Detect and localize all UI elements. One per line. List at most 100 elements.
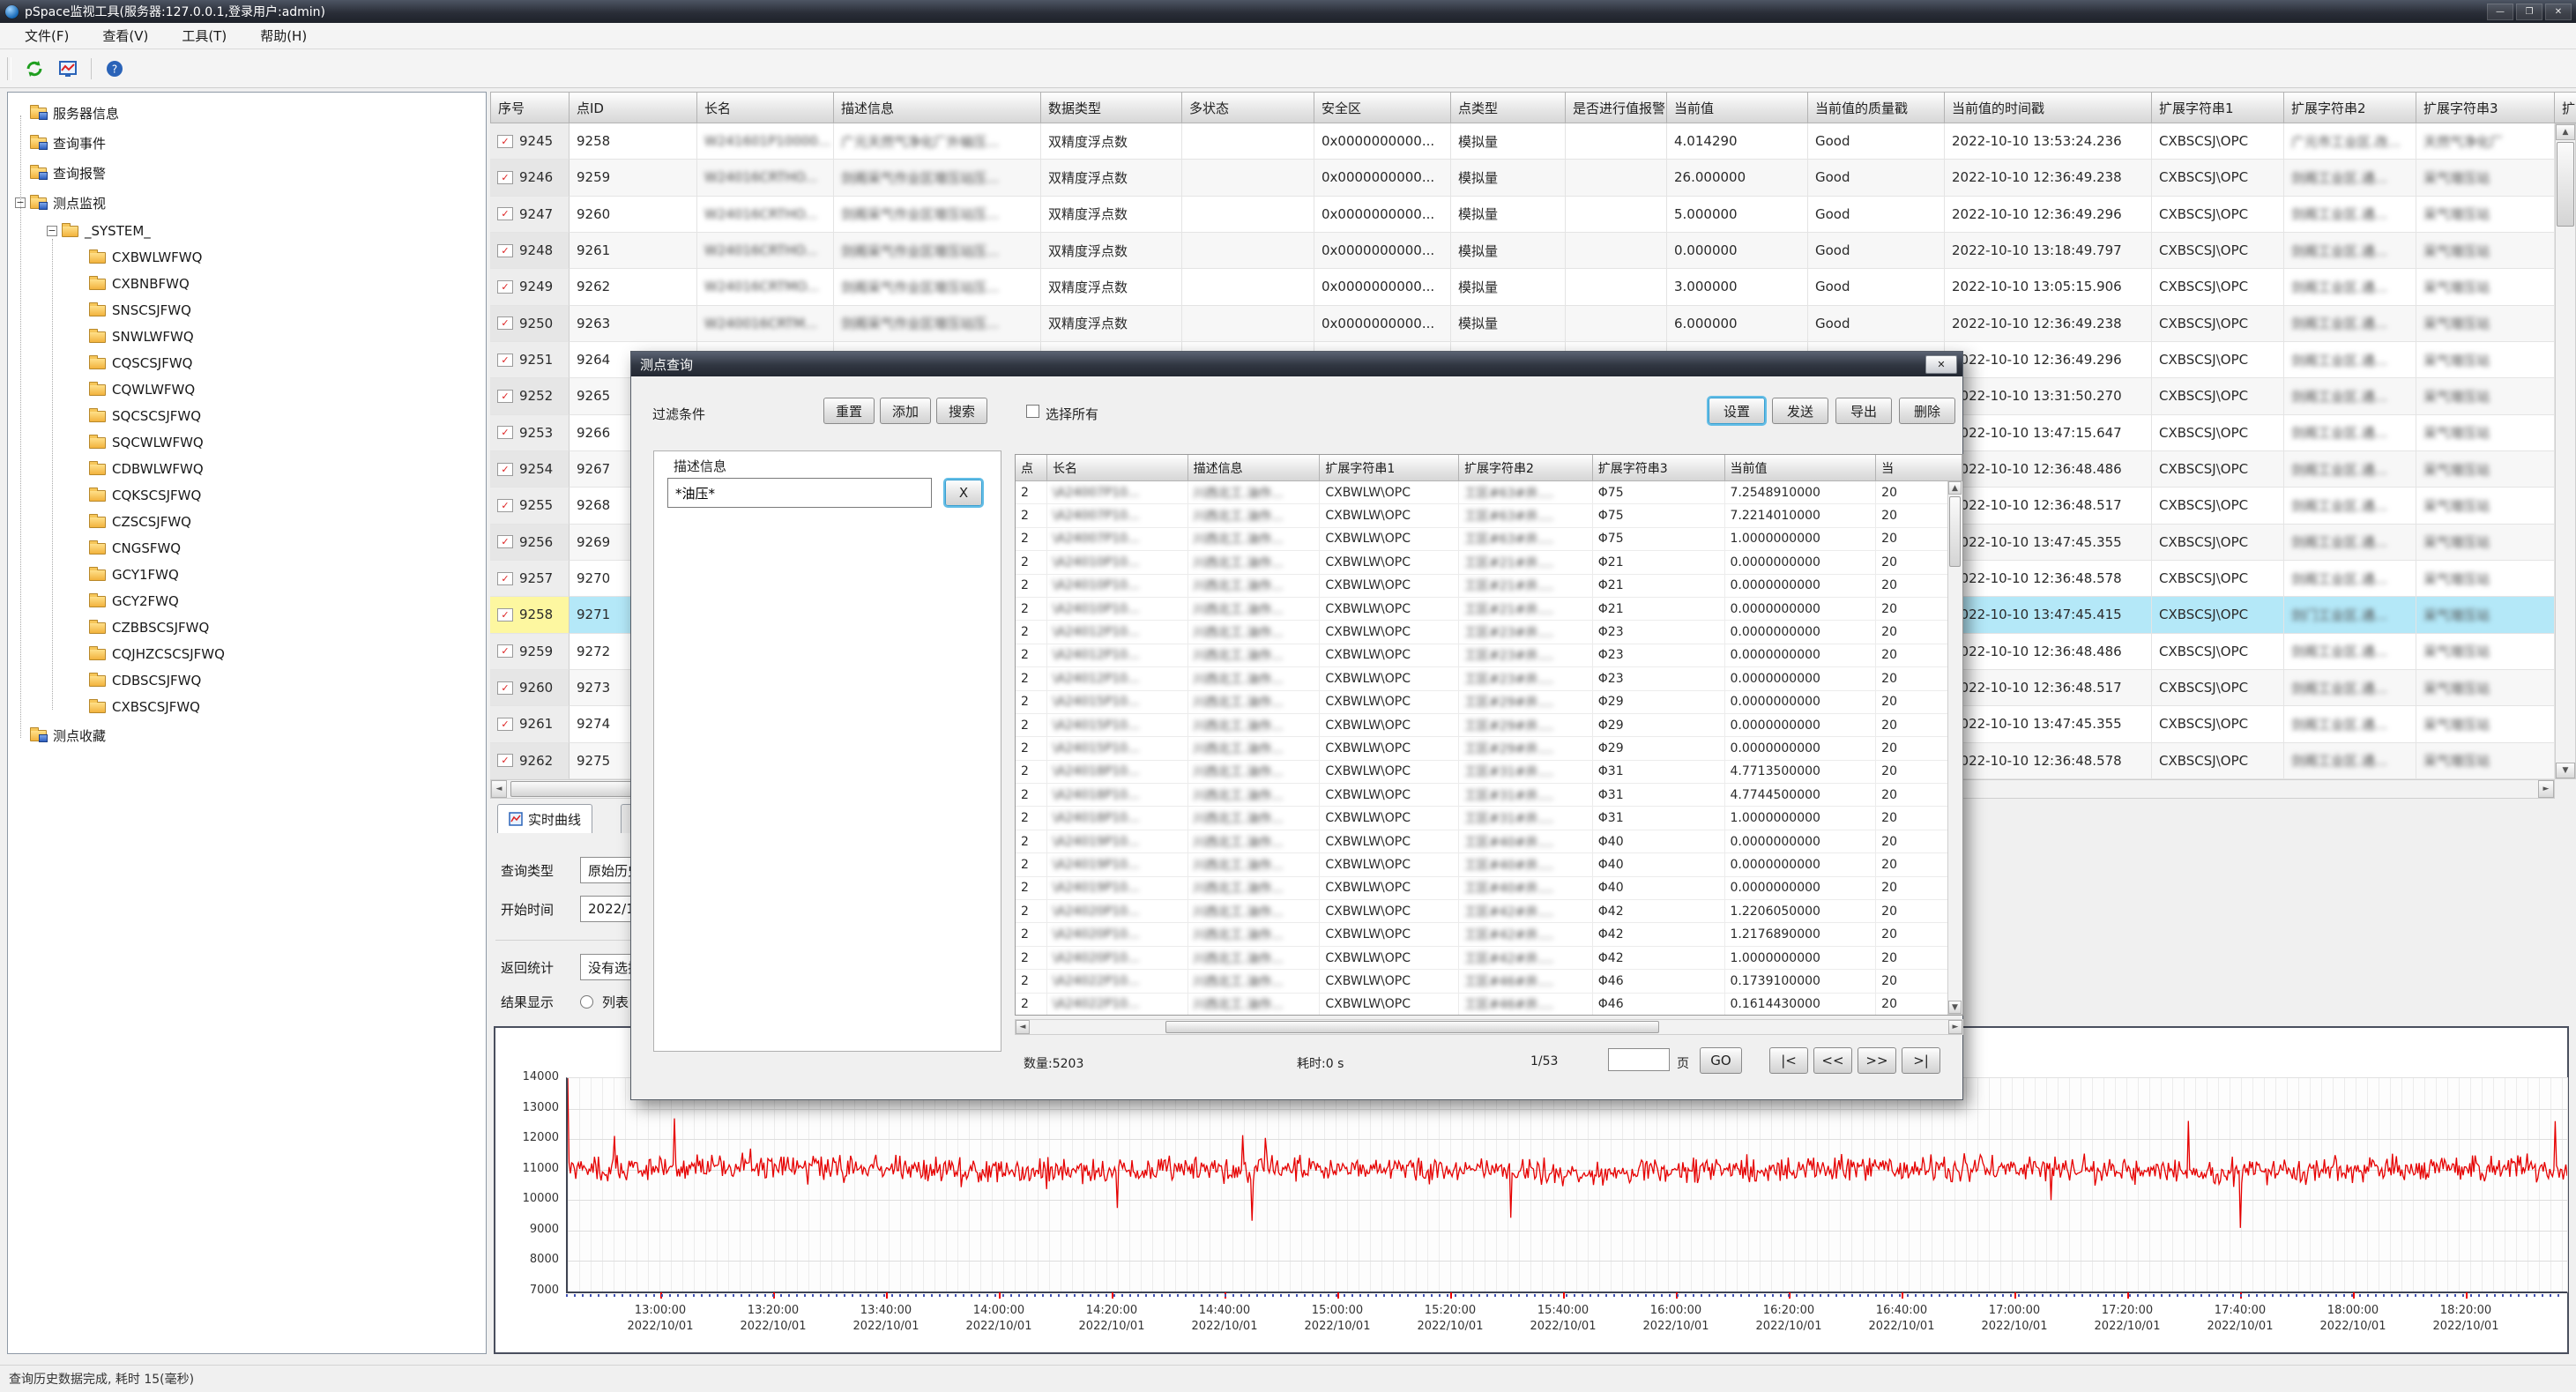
result-column-header-0[interactable]: 点 [1016, 455, 1047, 481]
clear-filter-button[interactable]: X [945, 480, 982, 506]
sidebar-item-CXBWLWFWQ[interactable]: CXBWLWFWQ [8, 244, 486, 271]
table-row[interactable]: ✓92489261W24016CRTHO...剑阁采气作业区增压站压...双精度… [490, 233, 2576, 269]
column-header-13[interactable]: 扩展字符串2 [2284, 92, 2416, 123]
result-row[interactable]: 2\A24019P10...川西北工.油作...CXBWLW\OPC工区#40#… [1016, 853, 1962, 876]
sidebar-item-SNWLWFWQ[interactable]: SNWLWFWQ [8, 324, 486, 350]
result-row[interactable]: 2\A24018P10...川西北工.油作...CXBWLW\OPC工区#31#… [1016, 807, 1962, 830]
column-header-10[interactable]: 当前值的质量戳 [1808, 92, 1945, 123]
result-row[interactable]: 2\A24007P10...川西北工.油作...CXBWLW\OPC工区#63#… [1016, 481, 1962, 504]
result-column-header-5[interactable]: 扩展字符串3 [1593, 455, 1725, 481]
result-row[interactable]: 2\A24015P10...川西北工.油作...CXBWLW\OPC工区#29#… [1016, 737, 1962, 760]
page-nav-button-0[interactable]: |< [1769, 1047, 1808, 1074]
sidebar-item-CXBSCSJFWQ[interactable]: CXBSCSJFWQ [8, 694, 486, 720]
scrollbar-thumb[interactable] [1949, 496, 1961, 567]
table-row[interactable]: ✓92459258W241601P10000...广元天然气净化厂外输压...双… [490, 123, 2576, 160]
column-header-4[interactable]: 数据类型 [1041, 92, 1182, 123]
minimize-icon[interactable]: — [2487, 4, 2513, 20]
result-row[interactable]: 2\A24007P10...川西北工.油作...CXBWLW\OPC工区#63#… [1016, 504, 1962, 527]
curve-monitor-icon[interactable] [57, 58, 78, 79]
description-filter-input[interactable] [667, 478, 932, 508]
result-row[interactable]: 2\A24015P10...川西北工.油作...CXBWLW\OPC工区#29#… [1016, 691, 1962, 714]
sidebar-item-CZBBSCSJFWQ[interactable]: CZBBSCSJFWQ [8, 614, 486, 641]
sidebar-item-GCY2FWQ[interactable]: GCY2FWQ [8, 588, 486, 614]
scroll-down-icon[interactable]: ▼ [1948, 1001, 1962, 1014]
sidebar-item-CXBNBFWQ[interactable]: CXBNBFWQ [8, 271, 486, 297]
sidebar-item-CDBWLWFWQ[interactable]: CDBWLWFWQ [8, 456, 486, 482]
menu-item-2[interactable]: 工具(T) [182, 26, 227, 45]
column-header-3[interactable]: 描述信息 [834, 92, 1041, 123]
column-header-6[interactable]: 安全区 [1314, 92, 1451, 123]
result-column-header-6[interactable]: 当前值 [1725, 455, 1877, 481]
column-header-5[interactable]: 多状态 [1182, 92, 1314, 123]
result-row[interactable]: 2\A24018P10...川西北工.油作...CXBWLW\OPC工区#31#… [1016, 784, 1962, 807]
page-nav-button-1[interactable]: << [1813, 1047, 1852, 1074]
result-row[interactable]: 2\A24015P10...川西北工.油作...CXBWLW\OPC工区#29#… [1016, 714, 1962, 737]
column-header-8[interactable]: 是否进行值报警 [1566, 92, 1667, 123]
dialog-button-搜索[interactable]: 搜索 [936, 398, 987, 424]
result-column-header-4[interactable]: 扩展字符串2 [1459, 455, 1593, 481]
result-row[interactable]: 2\A24018P10...川西北工.油作...CXBWLW\OPC工区#31#… [1016, 761, 1962, 784]
result-row[interactable]: 2\A24012P10...川西北工.油作...CXBWLW\OPC工区#23#… [1016, 644, 1962, 667]
column-header-0[interactable]: 序号 [490, 92, 570, 123]
sidebar-item-CQSCSJFWQ[interactable]: CQSCSJFWQ [8, 350, 486, 376]
result-row[interactable]: 2\A24022P10...川西北工.油作...CXBWLW\OPC工区#46#… [1016, 970, 1962, 993]
sidebar-item-SQCSCSJFWQ[interactable]: SQCSCSJFWQ [8, 403, 486, 429]
help-icon[interactable]: ? [104, 58, 125, 79]
scroll-right-icon[interactable]: ► [1948, 1020, 1962, 1034]
sidebar-item-测点收藏[interactable]: 测点收藏 [8, 720, 486, 750]
sidebar-item-CQWLWFWQ[interactable]: CQWLWFWQ [8, 376, 486, 403]
page-nav-button-2[interactable]: >> [1858, 1047, 1896, 1074]
sidebar-item-CQJHZCSCSJFWQ[interactable]: CQJHZCSCSJFWQ [8, 641, 486, 667]
sidebar-item-SQCWLWFWQ[interactable]: SQCWLWFWQ [8, 429, 486, 456]
dialog-close-icon[interactable]: ✕ [1925, 355, 1957, 374]
scroll-up-icon[interactable]: ▲ [1948, 481, 1962, 495]
dialog-button-删除[interactable]: 删除 [1899, 398, 1955, 424]
scrollbar-thumb[interactable] [1165, 1021, 1659, 1033]
result-column-header-1[interactable]: 长名 [1047, 455, 1188, 481]
results-horizontal-scrollbar[interactable]: ◄ ► [1015, 1019, 1963, 1035]
sidebar-item-CZSCSJFWQ[interactable]: CZSCSJFWQ [8, 509, 486, 535]
page-nav-button-3[interactable]: >| [1902, 1047, 1940, 1074]
main-table-vertical-scrollbar[interactable]: ▲ ▼ [2555, 123, 2576, 779]
dialog-button-发送[interactable]: 发送 [1772, 398, 1828, 424]
result-row[interactable]: 2\A24020P10...川西北工.油作...CXBWLW\OPC工区#42#… [1016, 923, 1962, 946]
column-header-15[interactable]: 扩 [2555, 92, 2576, 123]
result-row[interactable]: 2\A24019P10...川西北工.油作...CXBWLW\OPC工区#40#… [1016, 830, 1962, 853]
table-row[interactable]: ✓92499262W24016CRTMO...剑阁采气作业区增压站压...双精度… [490, 269, 2576, 305]
scroll-left-icon[interactable]: ◄ [1016, 1020, 1030, 1034]
sidebar-item-测点监视[interactable]: −测点监视 [8, 188, 486, 218]
dialog-title-bar[interactable]: 测点查询 ✕ [631, 352, 1962, 376]
scroll-down-icon[interactable]: ▼ [2556, 763, 2575, 778]
result-column-header-3[interactable]: 扩展字符串1 [1320, 455, 1459, 481]
sidebar-item-SNSCSJFWQ[interactable]: SNSCSJFWQ [8, 297, 486, 324]
result-row[interactable]: 2\A24010P10...川西北工.油作...CXBWLW\OPC工区#21#… [1016, 598, 1962, 621]
column-header-12[interactable]: 扩展字符串1 [2152, 92, 2284, 123]
scroll-right-icon[interactable]: ► [2538, 780, 2554, 798]
result-column-header-7[interactable]: 当 [1876, 455, 1962, 481]
column-header-11[interactable]: 当前值的时间戳 [1945, 92, 2152, 123]
result-row[interactable]: 2\A24012P10...川西北工.油作...CXBWLW\OPC工区#23#… [1016, 621, 1962, 644]
table-row[interactable]: ✓92479260W24016CRTHO...剑阁采气作业区增压站压...双精度… [490, 197, 2576, 233]
result-column-header-2[interactable]: 描述信息 [1188, 455, 1321, 481]
column-header-14[interactable]: 扩展字符串3 [2416, 92, 2555, 123]
scrollbar-thumb[interactable] [2557, 142, 2574, 227]
scroll-up-icon[interactable]: ▲ [2556, 124, 2575, 140]
sidebar-item-服务器信息[interactable]: 服务器信息 [8, 98, 486, 128]
sidebar-item-查询报警[interactable]: 查询报警 [8, 158, 486, 188]
result-row[interactable]: 2\A24019P10...川西北工.油作...CXBWLW\OPC工区#40#… [1016, 877, 1962, 900]
refresh-icon[interactable] [24, 58, 45, 79]
select-all-checkbox[interactable] [1026, 405, 1039, 418]
menu-item-0[interactable]: 文件(F) [25, 26, 69, 45]
menu-item-3[interactable]: 帮助(H) [260, 26, 307, 45]
dialog-button-添加[interactable]: 添加 [880, 398, 931, 424]
close-icon[interactable]: ✕ [2545, 4, 2572, 20]
table-row[interactable]: ✓92469259W24016CRTHO...剑阁采气作业区增压站压...双精度… [490, 160, 2576, 196]
sidebar-item-查询事件[interactable]: 查询事件 [8, 128, 486, 158]
result-row[interactable]: 2\A24010P10...川西北工.油作...CXBWLW\OPC工区#21#… [1016, 551, 1962, 574]
sidebar-item-_SYSTEM_[interactable]: −_SYSTEM_ [8, 218, 486, 244]
tab-realtime-curve[interactable]: 实时曲线 [497, 804, 592, 833]
sidebar-item-CNGSFWQ[interactable]: CNGSFWQ [8, 535, 486, 562]
scroll-left-icon[interactable]: ◄ [491, 780, 507, 798]
column-header-7[interactable]: 点类型 [1451, 92, 1566, 123]
result-row[interactable]: 2\A24010P10...川西北工.油作...CXBWLW\OPC工区#21#… [1016, 575, 1962, 598]
